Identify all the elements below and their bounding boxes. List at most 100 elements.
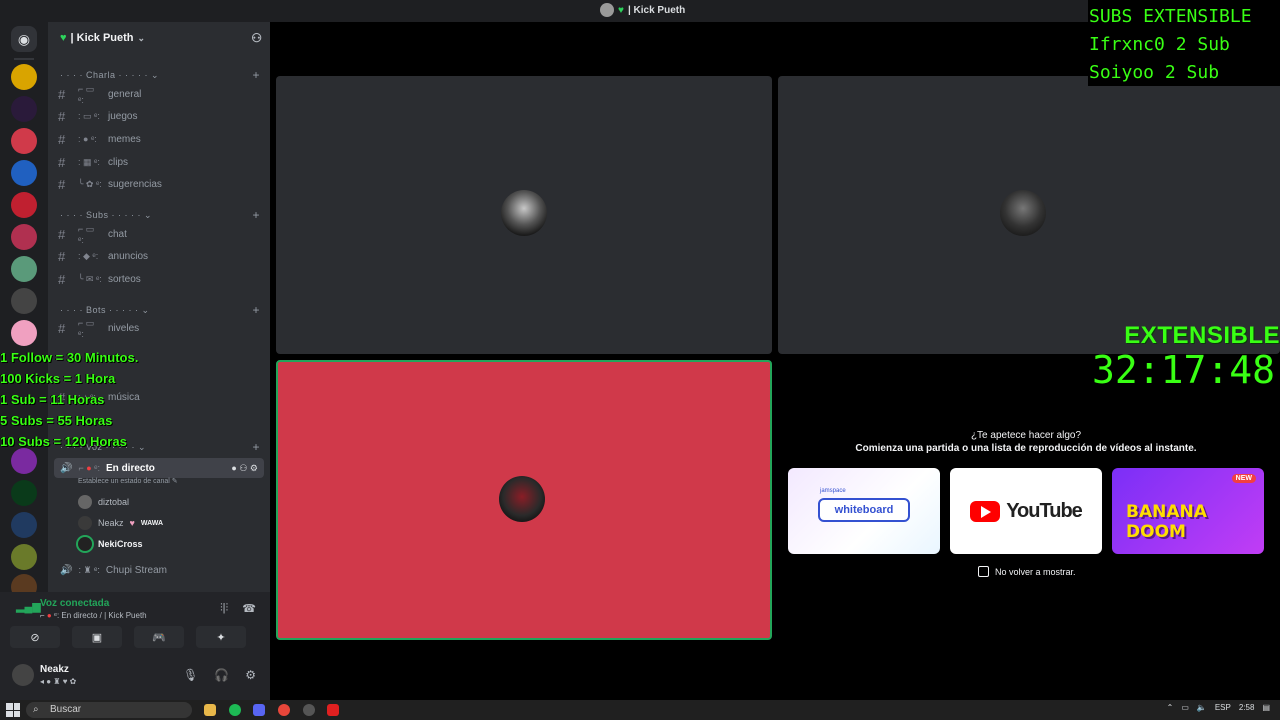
avatar — [501, 190, 547, 236]
discord-home-icon[interactable]: ◉ — [11, 26, 37, 52]
activity-card-youtube[interactable]: YouTube — [950, 468, 1102, 554]
avatar — [1000, 190, 1046, 236]
signal-icon[interactable]: ▂▄▆ — [16, 600, 41, 613]
activity-prompt: ¿Te apetece hacer algo? Comienza una par… — [786, 430, 1266, 577]
window-title: ♥ | Kick Pueth — [600, 3, 685, 17]
volume-icon[interactable]: 🔈 — [1197, 703, 1207, 712]
add-channel-icon[interactable]: + — [252, 303, 260, 317]
category-subs[interactable]: · · · · Subs · · · · · ⌄ + — [60, 208, 260, 222]
taskbar-search[interactable]: ⌕ Buscar — [26, 702, 192, 718]
server-icon[interactable] — [11, 544, 37, 570]
channel-niveles[interactable]: # ⌐ ▭ ᵉ: niveles — [58, 318, 258, 339]
server-icon[interactable] — [11, 256, 37, 282]
voice-location[interactable]: ⌐ ● ᵉ: En directo / | Kick Pueth — [40, 611, 147, 620]
server-icon[interactable] — [11, 224, 37, 250]
username[interactable]: Neakz — [40, 664, 69, 675]
channel-chat[interactable]: # ⌐ ▭ ᵉ: chat — [58, 224, 258, 245]
channel-anuncios[interactable]: #: ◆ ᵉ: anuncios — [58, 246, 258, 266]
search-icon: ⌕ — [33, 704, 39, 715]
server-icon[interactable] — [11, 192, 37, 218]
channel-sorteos[interactable]: # ╰ ✉ ᵉ: sorteos — [58, 269, 258, 289]
subs-line: Soiyoo 2 Sub — [1089, 62, 1220, 83]
hash-icon: # — [58, 248, 66, 264]
avatar[interactable] — [12, 664, 34, 686]
chat-icon[interactable]: ● ⚇ ⚙ — [231, 463, 264, 474]
microphone-icon[interactable]: 🎙 — [183, 668, 198, 682]
voice-member[interactable]: Neakz ♥ WAWA — [78, 514, 163, 532]
user-status-icons: ◂ ● ♜ ♥ ✿ — [40, 677, 77, 686]
voice-channel-chupi-stream[interactable]: 🔊 : ♜ ᵉ: Chupi Stream — [54, 560, 264, 580]
timer-value: 32:17:48 — [1092, 348, 1276, 392]
activity-description: Comienza una partida o una lista de repr… — [855, 443, 1197, 454]
server-icon[interactable] — [11, 64, 37, 90]
channel-sugerencias[interactable]: # ╰ ✿ ᵉ: sugerencias — [58, 174, 258, 194]
subs-line: Ifrxnc0 2 Sub — [1089, 34, 1230, 55]
activity-question: ¿Te apetece hacer algo? — [970, 430, 1082, 441]
add-channel-icon[interactable]: + — [252, 208, 260, 222]
server-icon[interactable] — [11, 512, 37, 538]
file-explorer-icon[interactable] — [204, 704, 216, 716]
app-icon[interactable] — [303, 704, 315, 716]
gear-icon[interactable]: ⚙ — [245, 668, 256, 682]
subs-title: SUBS EXTENSIBLE — [1089, 6, 1252, 27]
server-icon[interactable] — [11, 96, 37, 122]
chevron-up-icon[interactable]: ⌃ — [1167, 703, 1174, 712]
server-icon-active[interactable] — [11, 288, 37, 314]
server-header[interactable]: ♥ | Kick Pueth ⌄ ⚇ — [48, 22, 270, 54]
participant-tile-speaking[interactable] — [276, 360, 772, 640]
voice-member[interactable]: diztobal — [78, 493, 129, 511]
add-channel-icon[interactable]: + — [252, 68, 260, 82]
channel-memes[interactable]: #: ● ᵉ: memes — [58, 129, 258, 149]
category-charla[interactable]: · · · · Charla · · · · · ⌄ + — [60, 68, 260, 82]
rule-line: 100 Kicks = 1 Hora — [0, 371, 116, 386]
system-tray: ⌃ ▭ 🔈 ESP 2:58 ▤ — [1167, 703, 1270, 712]
server-icon[interactable] — [11, 160, 37, 186]
category-bots[interactable]: · · · · Bots · · · · · ⌄ + — [60, 303, 260, 317]
screen-share-button[interactable]: ▣ — [72, 626, 122, 648]
server-icon-kick[interactable] — [11, 480, 37, 506]
server-icon[interactable] — [11, 320, 37, 346]
activity-card-whiteboard[interactable]: jamspace whiteboard — [788, 468, 940, 554]
channel-juegos[interactable]: #: ▭ ᵉ: juegos — [58, 106, 258, 126]
hash-icon: # — [58, 86, 66, 102]
channel-clips[interactable]: #: ▦ ᵉ: clips — [58, 152, 258, 172]
server-icon[interactable] — [11, 128, 37, 154]
hash-icon: # — [58, 131, 66, 147]
windows-taskbar: ⌕ Buscar ⌃ ▭ 🔈 ESP 2:58 ▤ — [0, 700, 1280, 720]
clock[interactable]: 2:58 — [1239, 703, 1255, 712]
speaker-icon: 🔊 — [60, 564, 73, 576]
user-panel: Neakz ◂ ● ♜ ♥ ✿ 🎙 🎧 ⚙ — [0, 652, 270, 700]
language-indicator[interactable]: ESP — [1215, 703, 1231, 712]
channel-status-prompt[interactable]: Establece un estado de canal ✎ — [78, 477, 178, 485]
new-badge: NEW — [1231, 474, 1256, 483]
dont-show-again-checkbox[interactable]: No volver a mostrar. — [978, 566, 1076, 577]
server-avatar-icon — [600, 3, 614, 17]
channel-general[interactable]: # ⌐ ▭ ᵉ: general — [58, 84, 258, 105]
discord-window: ♥ | Kick Pueth ◉ ♥ | Kick Pueth ⌄ ⚇ · · … — [0, 0, 1280, 720]
spotify-icon[interactable] — [229, 704, 241, 716]
activity-button[interactable]: 🎮 — [134, 626, 184, 648]
camera-off-button[interactable]: ⊘ — [10, 626, 60, 648]
discord-taskbar-icon[interactable] — [253, 704, 265, 716]
network-icon[interactable]: ▭ — [1181, 703, 1189, 712]
windows-start-icon[interactable] — [6, 703, 20, 717]
app-icon[interactable] — [327, 704, 339, 716]
noise-suppression-icon[interactable]: ⫶|⫶ — [220, 602, 228, 615]
disconnect-icon[interactable]: ☎ — [242, 602, 256, 615]
add-user-icon[interactable]: ⚇ — [251, 31, 262, 45]
voice-channel-en-directo[interactable]: 🔊 ⌐ ● ᵉ: En directo ● ⚇ ⚙ — [54, 458, 264, 478]
chrome-icon[interactable] — [278, 704, 290, 716]
headphones-icon[interactable]: 🎧 — [214, 668, 229, 682]
voice-member-speaking[interactable]: NekiCross — [78, 535, 143, 553]
voice-status[interactable]: Voz conectada — [40, 598, 109, 609]
hash-icon: # — [58, 154, 66, 170]
add-channel-icon[interactable]: + — [252, 440, 260, 454]
participant-tile[interactable] — [276, 76, 772, 354]
soundboard-button[interactable]: ✦ — [196, 626, 246, 648]
checkbox[interactable] — [978, 566, 989, 577]
participant-tile[interactable] — [778, 76, 1280, 354]
heart-icon: ♥ — [60, 32, 67, 44]
activity-card-banana-doom[interactable]: NEW BANANA DOOM — [1112, 468, 1264, 554]
channel-sidebar: ♥ | Kick Pueth ⌄ ⚇ · · · · Charla · · · … — [48, 22, 270, 592]
notifications-icon[interactable]: ▤ — [1262, 703, 1270, 712]
